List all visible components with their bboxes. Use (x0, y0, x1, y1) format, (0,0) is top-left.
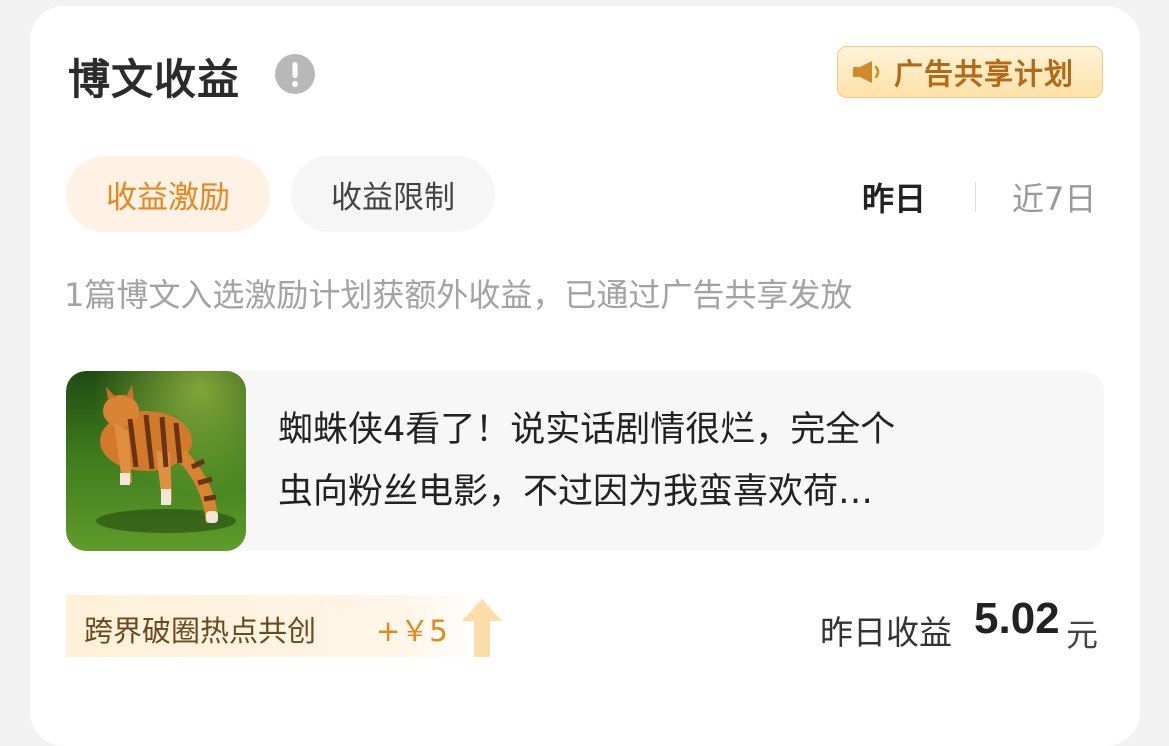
post-earnings-card: 博文收益 广告共享计划 收益激励 收益限制 昨日 近7日 1篇博文入选激励计划获… (30, 6, 1140, 746)
earnings-unit: 元 (1066, 616, 1099, 654)
post-thumbnail (66, 371, 246, 551)
page-title: 博文收益 (68, 55, 241, 104)
ad-sharing-plan-label: 广告共享计划 (894, 57, 1075, 91)
reward-label: 跨界破圈热点共创 (84, 614, 317, 648)
post-excerpt-line-2: 虫向粉丝电影，不过因为我蛮喜欢荷… (278, 472, 874, 512)
ad-sharing-plan-button[interactable]: 广告共享计划 (837, 46, 1103, 98)
range-divider (975, 182, 976, 212)
yesterday-earnings-value: 5.02 (974, 594, 1060, 643)
post-excerpt: 蜘蛛侠4看了！说实话剧情很烂，完全个 虫向粉丝电影，不过因为我蛮喜欢荷… (278, 399, 1078, 523)
tab-earnings-limit[interactable]: 收益限制 (291, 156, 495, 232)
info-icon[interactable] (275, 54, 315, 94)
up-arrow-icon (462, 599, 502, 657)
tab-earnings-incentive[interactable]: 收益激励 (66, 156, 270, 232)
post-item[interactable]: 蜘蛛侠4看了！说实话剧情很烂，完全个 虫向粉丝电影，不过因为我蛮喜欢荷… (66, 371, 1104, 551)
incentive-description: 1篇博文入选激励计划获额外收益，已通过广告共享发放 (64, 276, 853, 314)
range-yesterday[interactable]: 昨日 (862, 174, 926, 220)
reward-tag: 跨界破圈热点共创 +￥5 (66, 595, 506, 657)
reward-amount: +￥5 (376, 614, 448, 648)
yesterday-earnings-label: 昨日收益 (820, 613, 952, 652)
range-last-7-days[interactable]: 近7日 (1012, 174, 1096, 220)
megaphone-icon (853, 61, 880, 83)
post-excerpt-line-1: 蜘蛛侠4看了！说实话剧情很烂，完全个 (278, 410, 896, 450)
